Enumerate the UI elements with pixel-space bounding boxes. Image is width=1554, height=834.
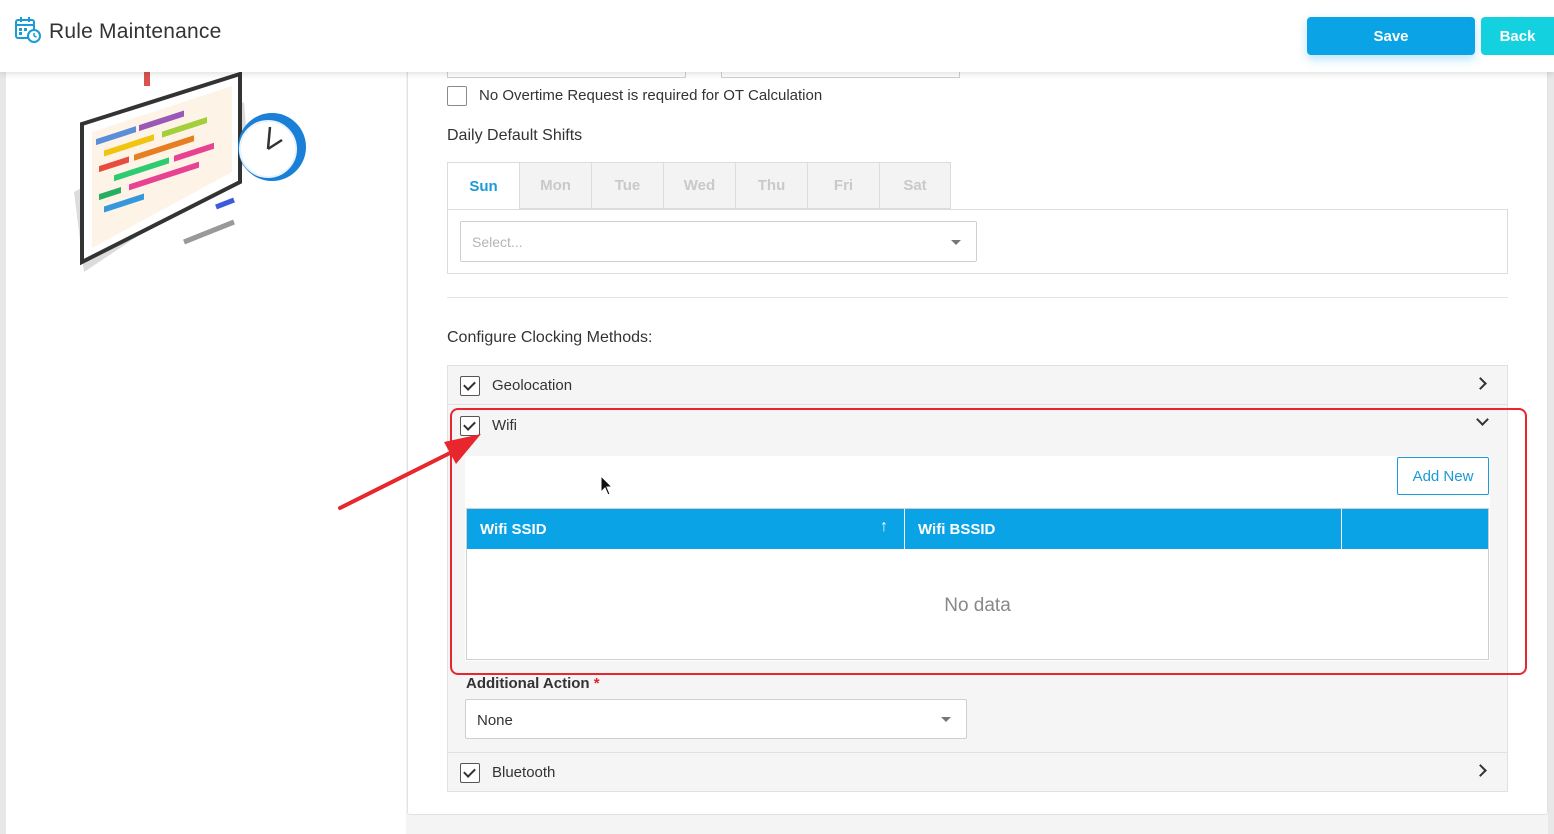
calendar-clock-icon: [15, 17, 41, 43]
page-title: Rule Maintenance: [49, 20, 222, 43]
tab-wed[interactable]: Wed: [663, 162, 735, 209]
accordion-geolocation[interactable]: Geolocation: [447, 365, 1508, 405]
bluetooth-label: Bluetooth: [492, 764, 556, 781]
tab-sat[interactable]: Sat: [879, 162, 951, 209]
additional-action-text: Additional Action: [466, 675, 590, 692]
chevron-right-icon[interactable]: [1474, 764, 1487, 777]
mouse-cursor-icon: [600, 475, 614, 496]
daily-shifts-title: Daily Default Shifts: [447, 127, 583, 144]
annotation-arrow-icon: [338, 434, 481, 510]
weekday-tabs: Sun Mon Tue Wed Thu Fri Sat: [447, 162, 951, 210]
required-mark: *: [593, 675, 600, 692]
annotation-highlight-box: [450, 408, 1527, 675]
section-divider: [447, 297, 1508, 298]
additional-action-select[interactable]: None: [465, 699, 967, 739]
tab-mon[interactable]: Mon: [519, 162, 591, 209]
geolocation-label: Geolocation: [492, 377, 573, 394]
back-button[interactable]: Back: [1481, 17, 1554, 55]
shift-select-placeholder: Select...: [472, 234, 523, 250]
additional-action-label: Additional Action *: [466, 675, 600, 692]
additional-action-value: None: [477, 712, 513, 729]
tab-thu[interactable]: Thu: [735, 162, 807, 209]
accordion-bluetooth[interactable]: Bluetooth: [447, 752, 1508, 792]
geolocation-checkbox[interactable]: [460, 376, 480, 396]
right-edge: [1548, 72, 1554, 834]
tab-fri[interactable]: Fri: [807, 162, 879, 209]
tab-tue[interactable]: Tue: [591, 162, 663, 209]
chevron-down-icon: [951, 240, 961, 245]
chevron-right-icon[interactable]: [1474, 377, 1487, 390]
bluetooth-checkbox[interactable]: [460, 763, 480, 783]
shift-select[interactable]: Select...: [460, 221, 977, 262]
tab-sun[interactable]: Sun: [447, 162, 519, 210]
save-button[interactable]: Save: [1307, 17, 1475, 55]
top-header: Rule Maintenance Save Back: [0, 0, 1554, 72]
schedule-illustration: [74, 72, 306, 272]
overtime-label: No Overtime Request is required for OT C…: [479, 87, 823, 104]
clocking-methods-title: Configure Clocking Methods:: [447, 329, 653, 346]
chevron-down-icon: [941, 717, 951, 722]
overtime-checkbox[interactable]: [447, 86, 467, 106]
